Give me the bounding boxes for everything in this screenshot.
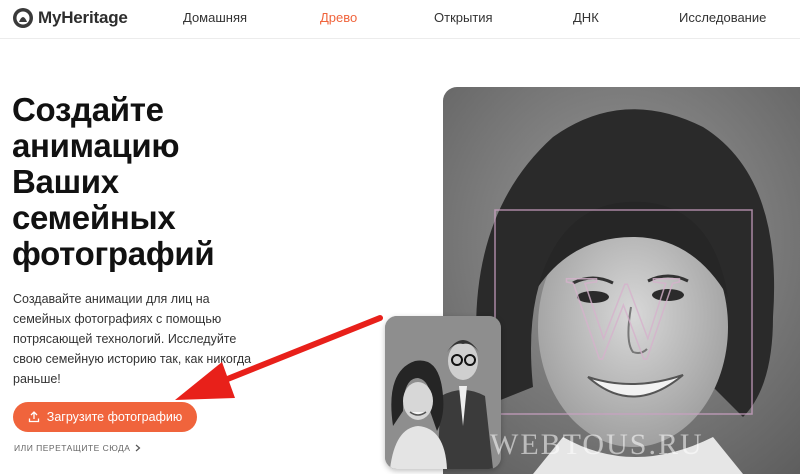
title-line: Создайте: [12, 91, 164, 128]
myheritage-logo[interactable]: MyHeritage: [12, 7, 128, 29]
upload-button-label: Загрузите фотографию: [46, 410, 183, 424]
top-navbar: MyHeritage Домашняя Древо Открытия ДНК И…: [0, 0, 800, 39]
family-photo-image: [385, 316, 501, 469]
drop-here-link[interactable]: ИЛИ ПЕРЕТАЩИТЕ СЮДА: [14, 443, 141, 453]
title-line: Ваших: [12, 163, 119, 200]
chevron-right-icon: [136, 444, 141, 452]
title-line: анимацию: [12, 127, 180, 164]
brand-name: MyHeritage: [38, 8, 128, 27]
svg-text:W: W: [566, 250, 680, 383]
nav-item-tree[interactable]: Древо: [320, 10, 357, 25]
upload-photo-button[interactable]: Загрузите фотографию: [13, 402, 197, 432]
hero-description: Создавайте анимации для лиц на семейных …: [13, 292, 252, 386]
source-family-photo: [385, 316, 501, 469]
nav-item-dna[interactable]: ДНК: [573, 10, 599, 25]
myheritage-logo-icon: [13, 8, 33, 28]
drop-here-label: ИЛИ ПЕРЕТАЩИТЕ СЮДА: [14, 443, 131, 453]
nav-item-research[interactable]: Исследование: [679, 10, 766, 25]
nav-item-home[interactable]: Домашняя: [183, 10, 247, 25]
page-title: Создайте анимацию Ваших семейных фотогра…: [12, 92, 312, 272]
nav-item-discoveries[interactable]: Открытия: [434, 10, 493, 25]
title-line: фотографий: [12, 235, 215, 272]
upload-icon: [28, 411, 39, 423]
title-line: семейных: [12, 199, 176, 236]
